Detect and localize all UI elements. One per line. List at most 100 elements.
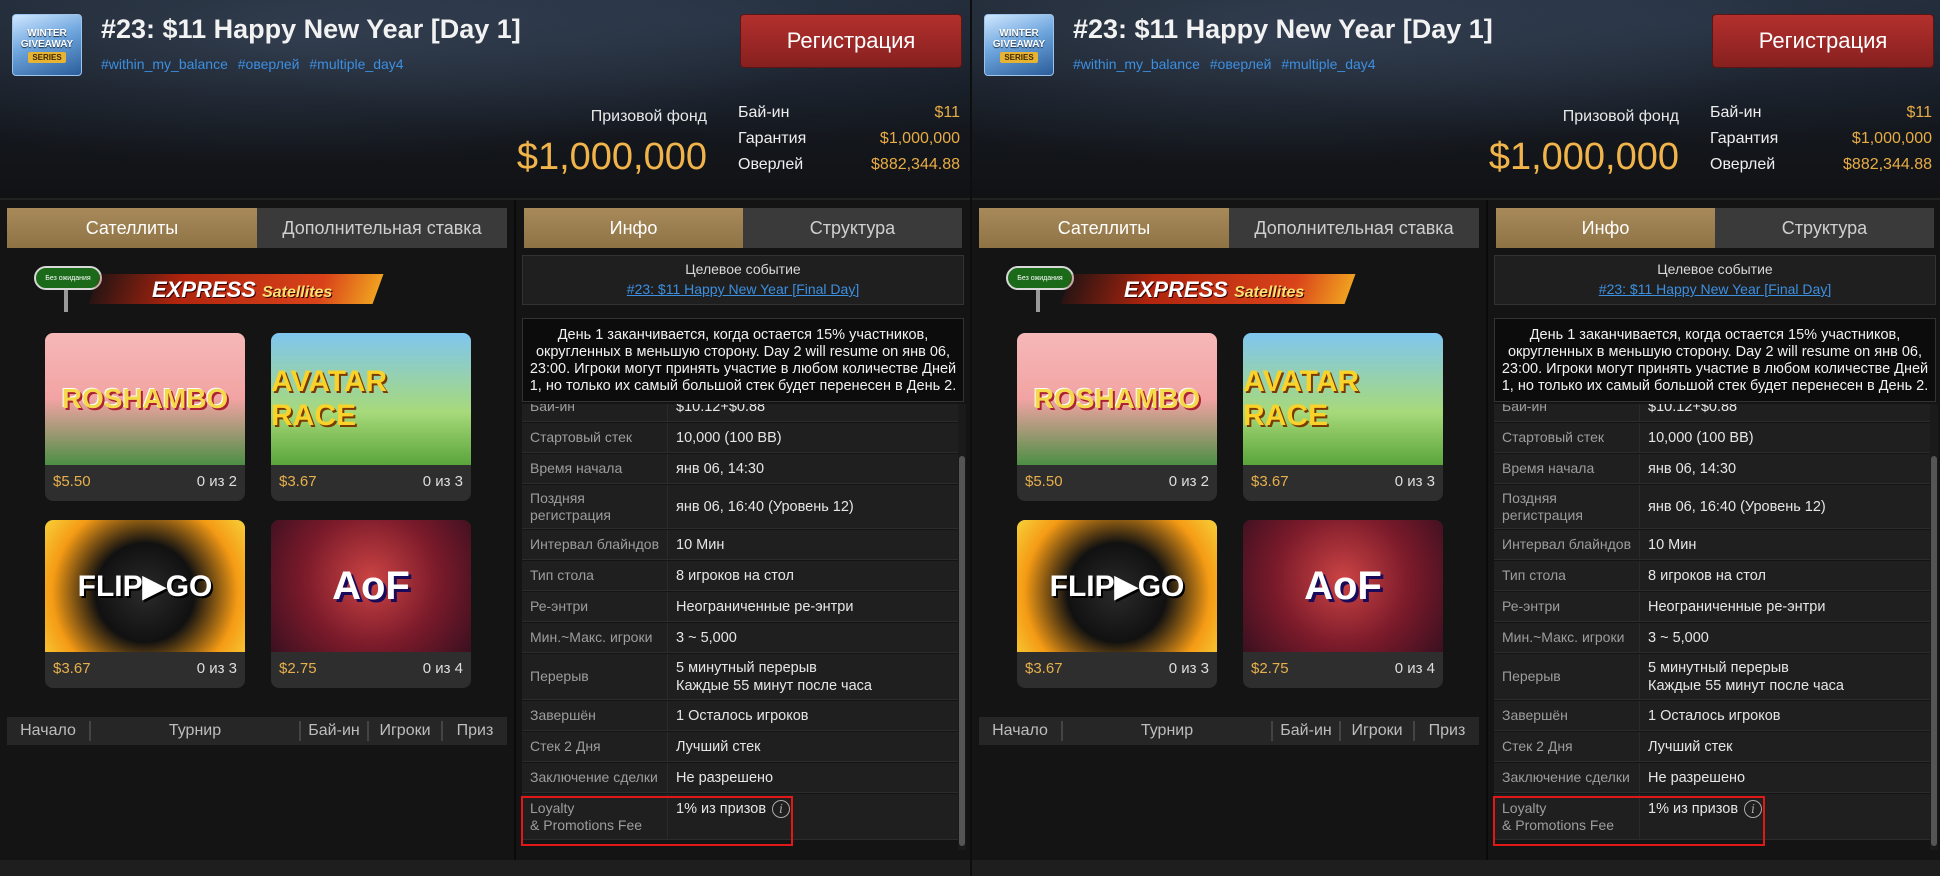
tab-side-bet[interactable]: Дополнительная ставка: [257, 208, 507, 248]
info-label: Перерыв: [522, 654, 668, 699]
logo-line: WINTER: [27, 27, 67, 39]
info-row-day2-stack: Стек 2 Дня Лучший стек: [522, 732, 958, 762]
column-start[interactable]: Начало: [979, 721, 1061, 741]
series-logo: WINTER GIVEAWAY SERIES: [984, 14, 1054, 76]
tab-info[interactable]: Инфо: [524, 208, 743, 248]
column-players[interactable]: Игроки: [1339, 721, 1413, 741]
break-line: Каждые 55 минут после часа: [676, 677, 872, 694]
satellite-price: $3.67: [1251, 473, 1289, 490]
info-row-break: Перерыв 5 минутный перерыв Каждые 55 минут…: [522, 654, 958, 700]
info-scrollbar[interactable]: [958, 404, 966, 850]
column-buyin[interactable]: Бай-ин: [1271, 721, 1339, 741]
info-row-table-type: Тип стола 8 игроков на стол: [522, 561, 958, 591]
info-value: 10 Мин: [676, 536, 725, 553]
satellite-card-avatar-race[interactable]: AVATAR RACE $3.67 0 из 3: [1243, 333, 1443, 501]
tag-link[interactable]: #оверлей: [1210, 56, 1272, 72]
left-tab-bar: Сателлиты Дополнительная ставка: [7, 208, 507, 248]
stat-label: Бай-ин: [738, 104, 790, 121]
satellite-card-flip-go[interactable]: FLIP▶GO $3.67 0 из 3: [1017, 520, 1217, 688]
stat-label: Гарантия: [1710, 130, 1779, 147]
info-value: $10.12+$0.88: [676, 404, 766, 415]
satellite-price: $3.67: [1025, 660, 1063, 677]
sign-pole: [64, 290, 68, 312]
info-label: Интервал блайндов: [1494, 530, 1640, 559]
left-window-panel: WINTER GIVEAWAY SERIES #23: $11 Happy Ne…: [0, 0, 970, 876]
prize-pool-label: Призовой фонд: [590, 108, 707, 125]
tournament-title: #23: $11 Happy New Year [Day 1]: [1073, 14, 1493, 44]
red-highlight-box: [521, 796, 793, 846]
column-prize[interactable]: Приз: [441, 721, 507, 741]
stat-row: Оверлей $882,344.88: [738, 156, 960, 182]
satellite-card-flip-go[interactable]: FLIP▶GO $3.67 0 из 3: [45, 520, 245, 688]
info-label: Завершён: [1494, 701, 1640, 730]
tag-link[interactable]: #multiple_day4: [309, 56, 403, 72]
tag-link[interactable]: #within_my_balance: [101, 56, 228, 72]
satellite-price: $3.67: [279, 473, 317, 490]
info-row-min-max-players: Мин.~Макс. игроки 3 ~ 5,000: [522, 623, 958, 653]
flip-go-game-art: FLIP▶GO: [1017, 520, 1217, 652]
info-value: 1 Осталось игроков: [1648, 707, 1781, 724]
tab-side-bet[interactable]: Дополнительная ставка: [1229, 208, 1479, 248]
tag-link[interactable]: #multiple_day4: [1281, 56, 1375, 72]
info-row-late-registration: Поздняя регистрация янв 06, 16:40 (Уровен…: [522, 485, 958, 529]
column-start[interactable]: Начало: [7, 721, 89, 741]
register-button[interactable]: Регистрация: [1712, 14, 1934, 68]
info-row-late-registration: Поздняя регистрация янв 06, 16:40 (Уровен…: [1494, 485, 1930, 529]
tab-satellites[interactable]: Сателлиты: [7, 208, 257, 248]
day-one-note: День 1 заканчивается, когда остается 15%…: [1494, 318, 1936, 402]
tab-structure[interactable]: Структура: [743, 208, 962, 248]
info-row-buyin: Бай-ин $10.12+$0.88: [522, 404, 958, 422]
scrollbar-thumb[interactable]: [1931, 456, 1937, 846]
tag-list: #within_my_balance #оверлей #multiple_da…: [101, 56, 410, 72]
tab-structure[interactable]: Структура: [1715, 208, 1934, 248]
break-line: 5 минутный перерыв: [676, 659, 817, 676]
red-highlight-box: [1493, 796, 1765, 846]
info-label: Мин.~Макс. игроки: [1494, 623, 1640, 652]
info-label: Перерыв: [1494, 654, 1640, 699]
scrollbar-thumb[interactable]: [959, 456, 965, 846]
logo-line: GIVEAWAY: [992, 38, 1046, 50]
info-row-start-time: Время начала янв 06, 14:30: [1494, 454, 1930, 484]
satellite-card-aof[interactable]: AoF $2.75 0 из 4: [1243, 520, 1443, 688]
info-row-reentry: Ре-энтри Неограниченные ре-энтри: [522, 592, 958, 622]
info-value: 10,000 (100 BB): [1648, 429, 1754, 446]
target-event-link[interactable]: #23: $11 Happy New Year [Final Day]: [1495, 281, 1935, 297]
satellite-card-aof[interactable]: AoF $2.75 0 из 4: [271, 520, 471, 688]
tab-satellites[interactable]: Сателлиты: [979, 208, 1229, 248]
satellite-card-roshambo[interactable]: ROSHAMBO $5.50 0 из 2: [1017, 333, 1217, 501]
satellites-word: Satellites: [1234, 284, 1305, 301]
express-satellites-banner: Без ожидания EXPRESS Satellites: [30, 262, 384, 314]
info-scrollbar[interactable]: [1930, 404, 1938, 850]
aof-game-art: AoF: [271, 520, 471, 652]
right-tab-bar: Инфо Структура: [524, 208, 962, 248]
tag-link[interactable]: #within_my_balance: [1073, 56, 1200, 72]
info-row-deal-making: Заключение сделки Не разрешено: [1494, 763, 1930, 793]
stat-label: Гарантия: [738, 130, 807, 147]
prize-pool-label: Призовой фонд: [1562, 108, 1679, 125]
satellite-card-roshambo[interactable]: ROSHAMBO $5.50 0 из 2: [45, 333, 245, 501]
no-wait-sign: Без ожидания: [34, 266, 102, 290]
column-tournament[interactable]: Турнир: [1061, 721, 1271, 741]
info-value: 10 Мин: [1648, 536, 1697, 553]
target-event-link[interactable]: #23: $11 Happy New Year [Final Day]: [523, 281, 963, 297]
column-players[interactable]: Игроки: [367, 721, 441, 741]
day-one-note: День 1 заканчивается, когда остается 15%…: [522, 318, 964, 402]
register-button[interactable]: Регистрация: [740, 14, 962, 68]
info-label: Тип стола: [1494, 561, 1640, 590]
satellite-count: 0 из 4: [422, 660, 463, 677]
tournament-header: WINTER GIVEAWAY SERIES #23: $11 Happy Ne…: [972, 0, 1940, 198]
tag-link[interactable]: #оверлей: [238, 56, 300, 72]
stat-row: Бай-ин $11: [1710, 104, 1932, 130]
column-tournament[interactable]: Турнир: [89, 721, 299, 741]
info-label: Бай-ин: [522, 404, 668, 421]
flip-go-game-art: FLIP▶GO: [45, 520, 245, 652]
info-row-deal-making: Заключение сделки Не разрешено: [522, 763, 958, 793]
column-buyin[interactable]: Бай-ин: [299, 721, 367, 741]
stat-label: Оверлей: [738, 156, 804, 173]
info-label: Интервал блайндов: [522, 530, 668, 559]
column-prize[interactable]: Приз: [1413, 721, 1479, 741]
info-value: Не разрешено: [676, 769, 774, 786]
tab-info[interactable]: Инфо: [1496, 208, 1715, 248]
satellite-card-avatar-race[interactable]: AVATAR RACE $3.67 0 из 3: [271, 333, 471, 501]
express-satellites-banner: Без ожидания EXPRESS Satellites: [1002, 262, 1356, 314]
